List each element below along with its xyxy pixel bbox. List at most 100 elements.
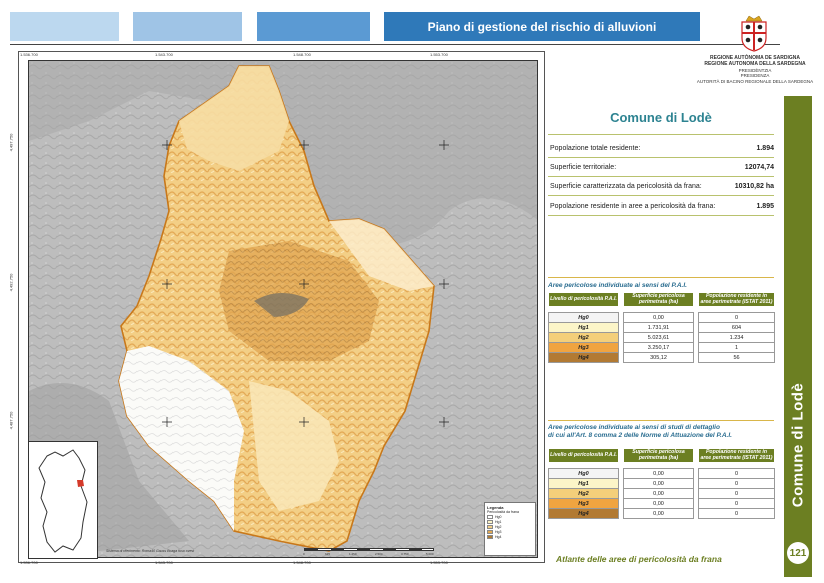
stat-label: Superficie caratterizzata da pericolosit… xyxy=(550,183,702,190)
institution-line-4: PRESIDENZA xyxy=(740,73,770,79)
legend-item: Hg0 xyxy=(487,515,533,519)
table2-header: Livello di pericolosità P.A.I. xyxy=(548,447,619,464)
page-number: 121 xyxy=(787,542,809,564)
legend-item: Hg3 xyxy=(487,530,533,534)
stat-value: 1.894 xyxy=(756,145,774,152)
hazard-class: Hg2 xyxy=(548,488,619,500)
map-tick-bottom: 1.548.700 xyxy=(293,560,311,565)
table2-header: Superficie pericolosa perimetrata (ha) xyxy=(623,447,694,464)
legend-label: Hg1 xyxy=(495,520,502,524)
hazard-area: 0,00 xyxy=(623,498,694,510)
hazard-population: 1 xyxy=(698,342,775,354)
institution-line-1: REGIONE AUTÒNOMA DE SARDIGNA xyxy=(710,55,800,61)
map-tick-left: 4.487.750 xyxy=(8,411,14,430)
scale-label: 5.000 xyxy=(426,552,434,556)
scale-label: 625 xyxy=(325,552,331,556)
stat-value: 10310,82 ha xyxy=(734,183,774,190)
table-row: Hg1 0,00 0 xyxy=(548,478,775,490)
map-credits: Sistema di riferimento: Roma40 Gauss Boa… xyxy=(106,549,195,553)
table-row: Hg3 3.250,17 1 xyxy=(548,342,775,354)
legend-swatch xyxy=(487,520,493,524)
hazard-area: 1.731,91 xyxy=(623,322,694,334)
legend-subtitle: Pericolosità da frana xyxy=(487,510,519,514)
table2-header: Popolazione residente in aree perimetrat… xyxy=(698,447,775,464)
legend-swatch xyxy=(487,530,493,534)
stat-label: Superficie territoriale: xyxy=(550,164,617,171)
table-row: Hg3 0,00 0 xyxy=(548,498,775,510)
legend-label: Hg4 xyxy=(495,535,502,539)
stat-value: 1.895 xyxy=(756,203,774,210)
map-tick-bottom: 1.543.700 xyxy=(155,560,173,565)
header-tab-2 xyxy=(133,12,242,41)
stat-row: Popolazione residente in aree a pericolo… xyxy=(550,203,774,210)
table1: Livello di pericolosità P.A.I. Superfici… xyxy=(548,291,775,364)
hazard-population: 0 xyxy=(698,468,775,480)
map-tick-bottom: 1.553.700 xyxy=(430,560,448,565)
map-tick-left: 4.492.750 xyxy=(8,273,14,292)
stat-divider xyxy=(548,157,774,158)
legend-swatch xyxy=(487,515,493,519)
hazard-population: 0 xyxy=(698,508,775,520)
hazard-population: 0 xyxy=(698,478,775,490)
hazard-class: Hg4 xyxy=(548,508,619,520)
hazard-class: Hg3 xyxy=(548,342,619,354)
map-tick-top: 1.536.700 xyxy=(20,52,38,57)
document-title: Piano di gestione del rischio di alluvio… xyxy=(384,12,700,41)
hazard-class: Hg0 xyxy=(548,312,619,324)
table-row: Hg4 0,00 0 xyxy=(548,508,775,520)
table1-header: Popolazione residente in aree perimetrat… xyxy=(698,291,775,308)
stat-label: Popolazione totale residente: xyxy=(550,145,641,152)
stat-row: Superficie caratterizzata da pericolosit… xyxy=(550,183,774,190)
scale-label: 0 xyxy=(303,552,305,556)
table1-title: Aree pericolose individuate ai sensi del… xyxy=(548,282,687,289)
table1-header: Livello di pericolosità P.A.I. xyxy=(548,291,619,308)
map-tick-top: 1.548.700 xyxy=(293,52,311,57)
hazard-class: Hg1 xyxy=(548,478,619,490)
side-comune-label: Comune di Lodè xyxy=(789,382,807,508)
table-row: Hg1 1.731,91 604 xyxy=(548,322,775,334)
stat-divider xyxy=(548,215,774,216)
institution-line-5: AUTORITÀ DI BACINO REGIONALE DELLA SARDE… xyxy=(696,78,814,84)
header-tab-3 xyxy=(257,12,370,41)
legend-item: Hg2 xyxy=(487,525,533,529)
hazard-population: 1.234 xyxy=(698,332,775,344)
hazard-map[interactable] xyxy=(28,60,538,558)
map-tick-bottom: 1.536.700 xyxy=(20,560,38,565)
legend-label: Hg0 xyxy=(495,515,502,519)
table2-title-line-1: Aree pericolose individuate ai sensi di … xyxy=(548,424,720,431)
stat-row: Popolazione totale residente: 1.894 xyxy=(550,145,774,152)
hazard-map-canvas xyxy=(29,61,537,557)
legend-label: Hg3 xyxy=(495,530,502,534)
hazard-population: 0 xyxy=(698,498,775,510)
table2-title-line-2: di cui all'Art. 8 comma 2 delle Norme di… xyxy=(548,431,732,439)
stat-value: 12074,74 xyxy=(744,164,774,171)
legend-swatch xyxy=(487,525,493,529)
coat-of-arms-icon xyxy=(741,15,767,52)
hazard-population: 56 xyxy=(698,352,775,364)
comune-title: Comune di Lodè xyxy=(610,110,712,125)
header-tab-1 xyxy=(10,12,119,41)
scale-bar xyxy=(304,548,434,551)
hazard-area: 305,12 xyxy=(623,352,694,364)
hazard-class: Hg0 xyxy=(548,468,619,480)
institution-line-3: PRESIDÈNTZIA xyxy=(738,67,772,73)
legend-item: Hg1 xyxy=(487,520,533,524)
title-rule xyxy=(548,134,774,135)
hazard-class: Hg2 xyxy=(548,332,619,344)
hazard-area: 5.023,61 xyxy=(623,332,694,344)
stat-divider xyxy=(548,195,774,196)
legend-label: Hg2 xyxy=(495,525,502,529)
section-rule xyxy=(548,420,774,421)
table-row: Hg2 5.023,61 1.234 xyxy=(548,332,775,344)
map-tick-top: 1.553.700 xyxy=(430,52,448,57)
hazard-population: 0 xyxy=(698,488,775,500)
table-row: Hg0 0,00 0 xyxy=(548,312,775,324)
scale-label: 2.500 xyxy=(375,552,383,556)
stat-row: Superficie territoriale: 12074,74 xyxy=(550,164,774,171)
hazard-area: 0,00 xyxy=(623,468,694,480)
hazard-class: Hg4 xyxy=(548,352,619,364)
scale-label: 1.250 xyxy=(349,552,357,556)
table2: Livello di pericolosità P.A.I. Superfici… xyxy=(548,447,775,520)
hazard-area: 0,00 xyxy=(623,508,694,520)
header-rule xyxy=(10,44,780,45)
